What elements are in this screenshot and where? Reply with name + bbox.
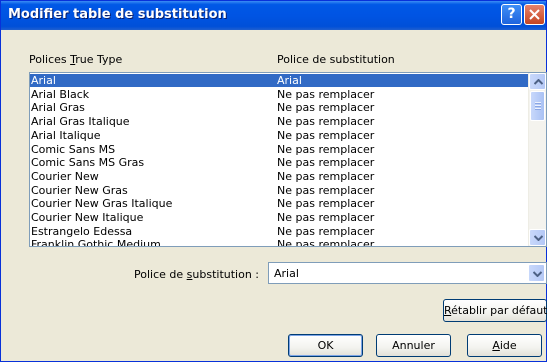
- font-name: Arial Gras Italique: [31, 115, 130, 129]
- font-name: Arial Gras: [31, 101, 85, 115]
- list-item[interactable]: Arial Arial: [30, 74, 528, 87]
- font-name: Estrangelo Edessa: [31, 224, 133, 238]
- title-bar[interactable]: Modifier table de substitution ?: [1, 1, 546, 30]
- substitute-name: Arial: [277, 74, 302, 87]
- substitute-name: Ne pas remplacer: [277, 156, 375, 170]
- substitute-name: Ne pas remplacer: [277, 238, 375, 247]
- substitute-name: Ne pas remplacer: [277, 169, 375, 183]
- font-name: Arial Black: [31, 87, 90, 101]
- list-item[interactable]: Arial Black Ne pas remplacer: [30, 88, 528, 101]
- list-item[interactable]: Comic Sans MS Gras Ne pas remplacer: [30, 156, 528, 169]
- scroll-thumb[interactable]: [530, 91, 545, 121]
- dialog-window: Modifier table de substitution ? Polices…: [0, 0, 547, 362]
- substitute-name: Ne pas remplacer: [277, 224, 375, 238]
- help-button[interactable]: Aide: [467, 334, 542, 357]
- scroll-down-icon[interactable]: [529, 229, 546, 246]
- substitute-name: Ne pas remplacer: [277, 101, 375, 115]
- dialog-title: Modifier table de substitution: [8, 7, 227, 22]
- font-name: Courier New: [31, 169, 99, 183]
- substitute-name: Ne pas remplacer: [277, 87, 375, 101]
- list-item[interactable]: Courier New Gras Ne pas remplacer: [30, 184, 528, 197]
- list-item[interactable]: Courier New Italique Ne pas remplacer: [30, 211, 528, 224]
- list-item[interactable]: Arial Gras Italique Ne pas remplacer: [30, 115, 528, 128]
- list-item[interactable]: Estrangelo Edessa Ne pas remplacer: [30, 225, 528, 238]
- list-item[interactable]: Courier New Gras Italique Ne pas remplace…: [30, 197, 528, 210]
- list-item[interactable]: Franklin Gothic Medium Ne pas remplacer: [30, 238, 528, 247]
- ok-button[interactable]: OK: [288, 334, 363, 357]
- font-name: Arial: [31, 74, 56, 87]
- col-header-substitute: Police de substitution: [277, 53, 395, 66]
- substitute-name: Ne pas remplacer: [277, 211, 375, 224]
- font-name: Comic Sans MS: [31, 142, 116, 156]
- scroll-up-icon[interactable]: [529, 73, 546, 90]
- font-name: Franklin Gothic Medium: [31, 238, 161, 247]
- substitute-name: Ne pas remplacer: [277, 183, 375, 197]
- cancel-button[interactable]: Annuler: [376, 334, 451, 357]
- font-name: Courier New Gras Italique: [31, 197, 173, 211]
- font-list[interactable]: Arial Arial Arial Black Ne pas remplacer Ari…: [29, 72, 547, 247]
- font-name: Courier New Gras: [31, 183, 128, 197]
- substitute-name: Ne pas remplacer: [277, 128, 375, 142]
- substitution-select[interactable]: Arial: [268, 262, 547, 284]
- substitute-name: Ne pas remplacer: [277, 142, 375, 156]
- help-icon[interactable]: ?: [501, 4, 522, 25]
- substitute-name: Ne pas remplacer: [277, 115, 375, 129]
- list-item[interactable]: Courier New Ne pas remplacer: [30, 170, 528, 183]
- substitution-label: Police de substitution :: [134, 268, 260, 281]
- list-item[interactable]: Comic Sans MS Ne pas remplacer: [30, 143, 528, 156]
- col-header-truetype: Polices True Type: [29, 53, 123, 66]
- reset-default-button[interactable]: Rétablir par défaut: [443, 299, 547, 322]
- substitute-name: Ne pas remplacer: [277, 197, 375, 211]
- dropdown-arrow-icon[interactable]: [528, 264, 545, 282]
- vertical-scrollbar[interactable]: [528, 73, 546, 246]
- font-name: Courier New Italique: [31, 211, 144, 224]
- substitution-value: Arial: [274, 267, 299, 280]
- font-name: Arial Italique: [31, 128, 101, 142]
- font-name: Comic Sans MS Gras: [31, 156, 145, 170]
- close-icon[interactable]: [524, 4, 545, 25]
- list-item[interactable]: Arial Gras Ne pas remplacer: [30, 101, 528, 114]
- list-item[interactable]: Arial Italique Ne pas remplacer: [30, 129, 528, 142]
